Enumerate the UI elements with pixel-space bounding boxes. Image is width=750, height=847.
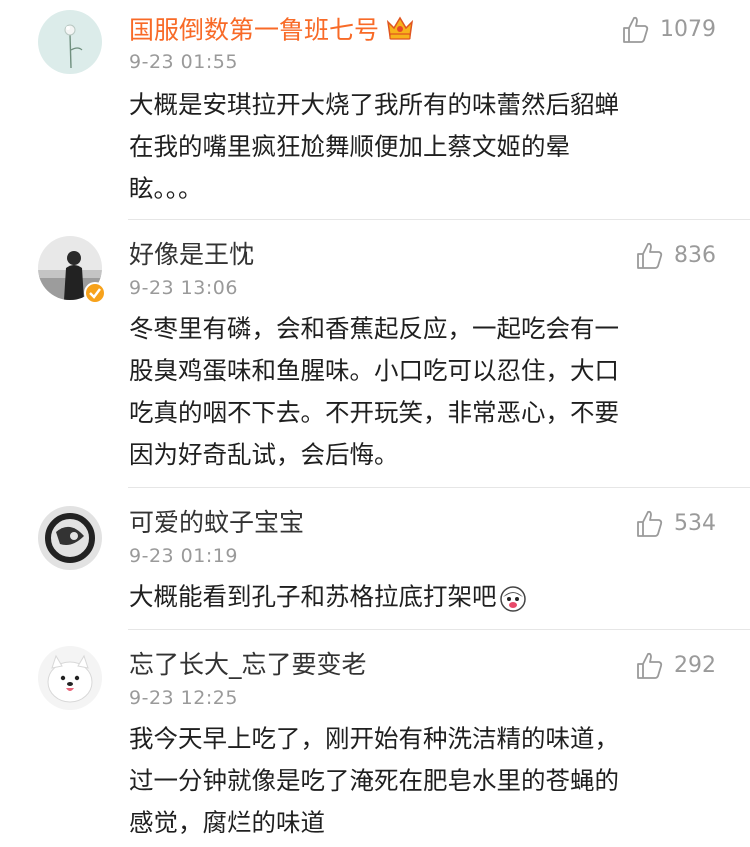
comment-line-text: 大概能看到孔子和苏格拉底打架吧 (129, 582, 497, 611)
comment-text: 冬枣里有磷，会和香蕉起反应，一起吃会有一 股臭鸡蛋味和鱼腥味。小口吃可以忍住，大… (129, 308, 719, 476)
verified-badge-icon (84, 282, 106, 304)
like-count: 534 (674, 511, 716, 536)
comment-line: 冬枣里有磷，会和香蕉起反应，一起吃会有一 (129, 314, 619, 343)
thumbs-up-icon (634, 241, 664, 271)
timestamp: 9-23 01:55 (129, 51, 238, 73)
comment-line: 股臭鸡蛋味和鱼腥味。小口吃可以忍住，大口 (129, 356, 619, 385)
thumbs-up-icon (634, 651, 664, 681)
like-count: 1079 (660, 17, 716, 42)
comment-item: 可爱的蚊子宝宝 9-23 01:19 534 大概能看到孔子和苏格拉底打架吧 (0, 488, 750, 630)
like-button[interactable]: 836 (634, 241, 716, 271)
crown-badge-icon (385, 14, 415, 49)
comment-line: 在我的嘴里疯狂尬舞顺便加上蔡文姬的晕 (129, 132, 570, 161)
avatar[interactable] (38, 506, 102, 570)
comment-line: 过一分钟就像是吃了淹死在肥皂水里的苍蝇的 (129, 766, 619, 795)
like-button[interactable]: 292 (634, 651, 716, 681)
username[interactable]: 忘了长大_忘了要变老 (129, 650, 367, 680)
username[interactable]: 可爱的蚊子宝宝 (129, 508, 304, 538)
comment-line: 我今天早上吃了，刚开始有种洗洁精的味道， (129, 724, 619, 753)
comment-line: 眩。。。 (129, 174, 203, 203)
comment-item: 忘了长大_忘了要变老 9-23 12:25 292 我今天早上吃了，刚开始有种洗… (0, 630, 750, 847)
like-button[interactable]: 534 (634, 509, 716, 539)
timestamp: 9-23 01:19 (129, 545, 238, 567)
timestamp: 9-23 13:06 (129, 277, 238, 299)
like-count: 836 (674, 243, 716, 268)
username[interactable]: 国服倒数第一鲁班七号 (129, 14, 415, 49)
timestamp: 9-23 12:25 (129, 687, 238, 709)
thumbs-up-icon (620, 15, 650, 45)
like-count: 292 (674, 653, 716, 678)
comment-line: 感觉，腐烂的味道 (129, 808, 325, 837)
comment-line: 大概能看到孔子和苏格拉底打架吧 (129, 576, 719, 618)
comment-text: 我今天早上吃了，刚开始有种洗洁精的味道， 过一分钟就像是吃了淹死在肥皂水里的苍蝇… (129, 718, 719, 844)
comment-text: 大概是安琪拉开大烧了我所有的味蕾然后貂蝉 在我的嘴里疯狂尬舞顺便加上蔡文姬的晕 … (129, 84, 719, 210)
username-text: 国服倒数第一鲁班七号 (129, 15, 380, 45)
comment-item: 好像是王忱 9-23 13:06 836 冬枣里有磷，会和香蕉起反应，一起吃会有… (0, 220, 750, 488)
comment-item: 国服倒数第一鲁班七号 9-23 01:55 1079 大概是安琪拉开大烧了我所有… (0, 0, 750, 220)
comment-text: 大概能看到孔子和苏格拉底打架吧 (129, 576, 719, 618)
thumbs-up-icon (634, 509, 664, 539)
husky-emoji-icon (499, 584, 527, 612)
comment-line: 大概是安琪拉开大烧了我所有的味蕾然后貂蝉 (129, 90, 619, 119)
like-button[interactable]: 1079 (620, 15, 716, 45)
avatar[interactable] (38, 10, 102, 74)
comment-line: 吃真的咽不下去。不开玩笑，非常恶心，不要 (129, 398, 619, 427)
username[interactable]: 好像是王忱 (129, 240, 254, 270)
comment-line: 因为好奇乱试，会后悔。 (129, 440, 399, 469)
avatar[interactable] (38, 646, 102, 710)
